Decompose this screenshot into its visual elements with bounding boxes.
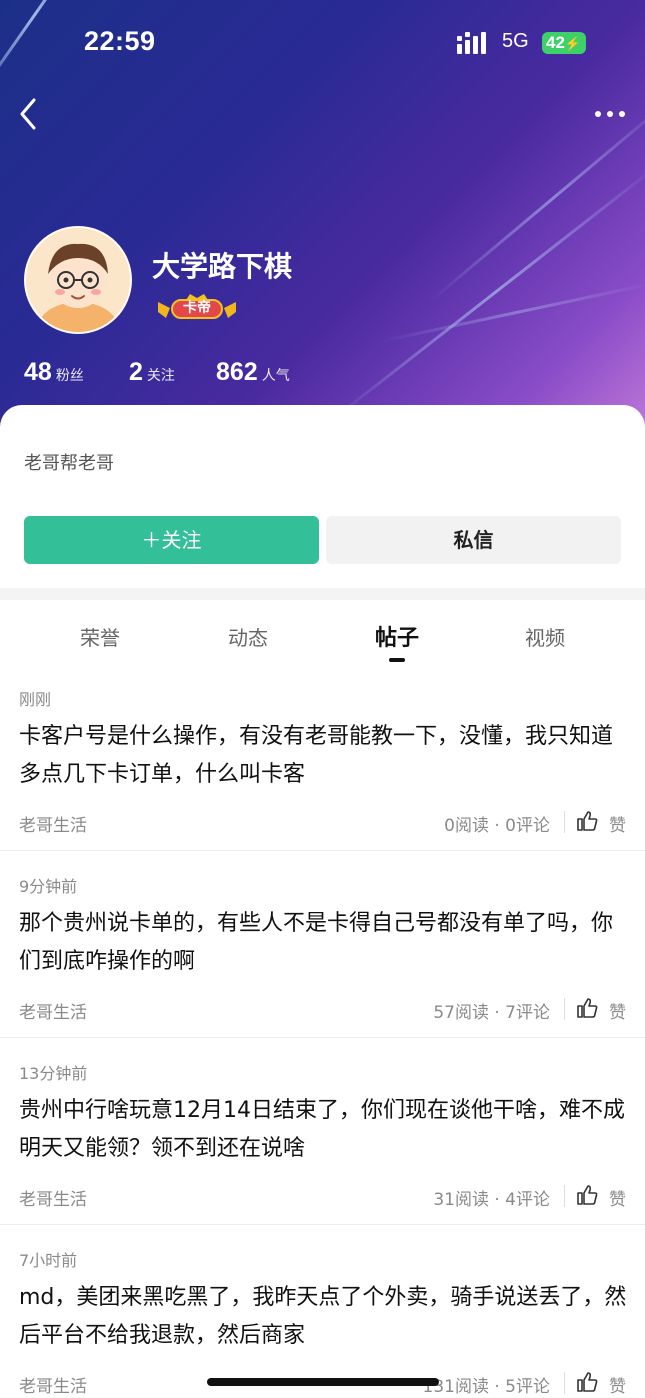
post-category[interactable]: 老哥生活: [19, 811, 87, 836]
signal-icon: [457, 32, 486, 54]
badge-label: 卡帝: [183, 300, 211, 316]
home-indicator[interactable]: [207, 1378, 439, 1386]
post-stats-divider: [564, 811, 565, 833]
post-stats-divider: [564, 998, 565, 1020]
status-time: 22:59: [84, 26, 156, 56]
post-stats: 57阅读 · 7评论: [433, 1003, 550, 1023]
username: 大学路下棋: [152, 250, 293, 283]
stat-following[interactable]: 2 关注: [129, 358, 175, 387]
tab-posts[interactable]: 帖子: [337, 620, 457, 652]
stat-label: 人气: [261, 368, 290, 384]
stat-popularity: 862 人气: [216, 358, 290, 387]
like-label[interactable]: 赞: [609, 1185, 626, 1210]
more-icon[interactable]: [592, 102, 628, 126]
post-content[interactable]: 卡客户号是什么操作，有没有老哥能教一下，没懂，我只知道多点几下卡订单，什么叫卡客: [19, 718, 631, 794]
post-stats: 31阅读 · 4评论: [433, 1190, 550, 1210]
post-content[interactable]: 贵州中行啥玩意12月14日结束了，你们现在谈他干啥，难不成明天又能领？领不到还在…: [19, 1092, 631, 1168]
follow-button[interactable]: ＋关注: [24, 516, 319, 564]
stat-label: 粉丝: [55, 368, 84, 384]
post-item[interactable]: 13分钟前 贵州中行啥玩意12月14日结束了，你们现在谈他干啥，难不成明天又能领…: [0, 1038, 645, 1225]
post-category[interactable]: 老哥生活: [19, 998, 87, 1023]
stat-fans[interactable]: 48 粉丝: [24, 358, 84, 387]
thumbs-up-icon[interactable]: [576, 1184, 598, 1206]
post-item[interactable]: 9分钟前 那个贵州说卡单的，有些人不是卡得自己号都没有单了吗，你们到底咋操作的啊…: [0, 851, 645, 1038]
network-type: 5G: [502, 30, 529, 52]
post-content[interactable]: md，美团来黑吃黑了，我昨天点了个外卖，骑手说送丢了，然后平台不给我退款，然后商…: [19, 1279, 631, 1355]
thumbs-up-icon[interactable]: [576, 1371, 598, 1393]
avatar[interactable]: [24, 226, 132, 334]
post-stats-divider: [564, 1372, 565, 1394]
post-stats-divider: [564, 1185, 565, 1207]
stat-number: 2: [129, 358, 143, 386]
tab-videos[interactable]: 视频: [485, 622, 605, 651]
post-time: 9分钟前: [19, 877, 78, 896]
active-tab-indicator: [389, 658, 405, 662]
post-time: 13分钟前: [19, 1064, 88, 1083]
battery-icon: 42⚡: [542, 32, 586, 54]
tab-activity[interactable]: 动态: [188, 622, 308, 651]
post-category[interactable]: 老哥生活: [19, 1185, 87, 1210]
tab-honors[interactable]: 荣誉: [40, 622, 160, 651]
post-time: 7小时前: [19, 1251, 78, 1270]
stat-label: 关注: [146, 368, 175, 384]
thumbs-up-icon[interactable]: [576, 810, 598, 832]
like-label[interactable]: 赞: [609, 811, 626, 836]
stat-number: 48: [24, 358, 52, 386]
post-time: 刚刚: [19, 690, 52, 709]
profile-tabs: 荣誉 动态 帖子 视频: [0, 600, 645, 670]
post-stats: 131阅读 · 5评论: [422, 1377, 550, 1397]
avatar-illustration: [26, 228, 130, 332]
like-label[interactable]: 赞: [609, 998, 626, 1023]
status-bar: 22:59 5G 42⚡: [0, 0, 645, 88]
post-stats: 0阅读 · 0评论: [444, 816, 550, 836]
post-item[interactable]: 7小时前 md，美团来黑吃黑了，我昨天点了个外卖，骑手说送丢了，然后平台不给我退…: [0, 1225, 645, 1398]
stat-number: 862: [216, 358, 258, 386]
post-item[interactable]: 刚刚 卡客户号是什么操作，有没有老哥能教一下，没懂，我只知道多点几下卡订单，什么…: [0, 672, 645, 851]
post-category[interactable]: 老哥生活: [19, 1372, 87, 1397]
message-button[interactable]: 私信: [326, 516, 621, 564]
like-label[interactable]: 赞: [609, 1372, 626, 1397]
profile-card: 老哥帮老哥 ＋关注 私信: [0, 405, 645, 595]
post-content[interactable]: 那个贵州说卡单的，有些人不是卡得自己号都没有单了吗，你们到底咋操作的啊: [19, 905, 631, 981]
section-divider: [0, 588, 645, 600]
battery-level: 42: [546, 33, 565, 52]
thumbs-up-icon[interactable]: [576, 997, 598, 1019]
back-arrow-icon[interactable]: [14, 94, 50, 134]
profile-bio: 老哥帮老哥: [24, 453, 114, 474]
profile-header: 22:59 5G 42⚡ 大学路下棋 卡帝 48 粉丝 2 关注 862 人气: [0, 0, 645, 440]
